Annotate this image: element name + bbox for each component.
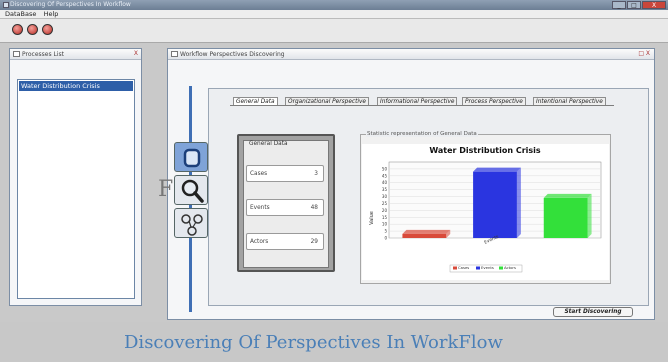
bar-top <box>473 167 521 172</box>
y-tick-label: 40 <box>382 180 388 185</box>
legend-swatch <box>476 266 480 270</box>
window-icon <box>171 51 178 57</box>
perspectives-discovering-header: Workflow Perspectives Discovering □ X <box>168 49 654 60</box>
menu-item-help[interactable]: Help <box>44 10 59 19</box>
bar-events <box>473 167 521 238</box>
bar-face <box>543 197 588 238</box>
perspectives-discovering-title: Workflow Perspectives Discovering <box>180 51 285 58</box>
chart-title: Water Distribution Crisis <box>429 146 541 155</box>
maximize-button[interactable]: □ <box>627 1 641 9</box>
red-circle-icon[interactable] <box>42 24 53 35</box>
tab-baseline <box>230 105 614 106</box>
field-value: 3 <box>314 171 318 177</box>
legend-label: Events <box>481 265 494 270</box>
bar-chart: Water Distribution Crisis Value 05101520… <box>362 144 609 280</box>
list-item[interactable]: Water Distribution Crisis <box>19 81 133 91</box>
field-label: Events <box>250 205 270 211</box>
chart-caption: Statistic representation of General Data <box>366 131 478 137</box>
network-icon[interactable] <box>174 208 208 238</box>
y-tick-label: 20 <box>382 208 388 213</box>
y-axis-label: Value <box>369 211 375 225</box>
bar-top <box>543 193 592 198</box>
processes-list-title: Processes List <box>22 51 64 58</box>
field-value: 48 <box>310 205 318 211</box>
bar-cases <box>402 229 451 238</box>
legend-swatch <box>453 266 457 270</box>
banner-title: Discovering Of Perspectives In WorkFlow <box>124 332 503 353</box>
y-tick-label: 50 <box>382 166 388 171</box>
bar-side <box>516 167 521 238</box>
bar-face <box>473 171 517 238</box>
y-tick-label: 45 <box>382 173 388 178</box>
field-label: Actors <box>250 239 269 245</box>
actors-field: Actors 29 <box>246 233 324 250</box>
y-tick-label: 25 <box>382 201 388 206</box>
menu-bar: DataBase Help <box>0 10 668 19</box>
window-title-bar: Discovering Of Perspectives In Workflow … <box>0 0 668 10</box>
y-tick-label: 10 <box>382 222 388 227</box>
minimize-button[interactable]: _ <box>612 1 626 9</box>
data-icon[interactable] <box>174 142 208 172</box>
y-tick-label: 35 <box>382 187 388 192</box>
processes-list-header: Processes List X <box>10 49 141 60</box>
window-title: Discovering Of Perspectives In Workflow <box>10 1 131 8</box>
app-icon <box>3 2 9 8</box>
red-circle-icon[interactable] <box>27 24 38 35</box>
field-label: Cases <box>250 171 268 177</box>
events-field: Events 48 <box>246 199 324 216</box>
toolbar <box>0 19 668 43</box>
start-discovering-button[interactable]: Start Discovering <box>553 307 633 317</box>
legend-label: Actors <box>504 265 516 270</box>
y-tick-label: 15 <box>382 215 388 220</box>
field-value: 29 <box>310 239 318 245</box>
frame-controls[interactable]: □ X <box>638 50 650 57</box>
red-circle-icon[interactable] <box>12 24 23 35</box>
close-button[interactable]: X <box>642 1 666 9</box>
window-icon <box>13 51 20 57</box>
search-icon[interactable] <box>174 175 208 205</box>
obscured-letter: F <box>158 177 174 202</box>
bar-side <box>587 193 592 238</box>
bar-top <box>402 229 451 234</box>
y-tick-label: 30 <box>382 194 388 199</box>
processes-list: Water Distribution Crisis <box>17 79 135 299</box>
close-icon[interactable]: X <box>134 50 138 57</box>
general-data-title: General Data <box>249 141 288 147</box>
bar-actors <box>543 193 592 238</box>
cases-field: Cases 3 <box>246 165 324 182</box>
bar-face <box>402 233 447 238</box>
legend-swatch <box>499 266 503 270</box>
legend-label: Cases <box>458 265 469 270</box>
menu-item-database[interactable]: DataBase <box>5 10 36 19</box>
